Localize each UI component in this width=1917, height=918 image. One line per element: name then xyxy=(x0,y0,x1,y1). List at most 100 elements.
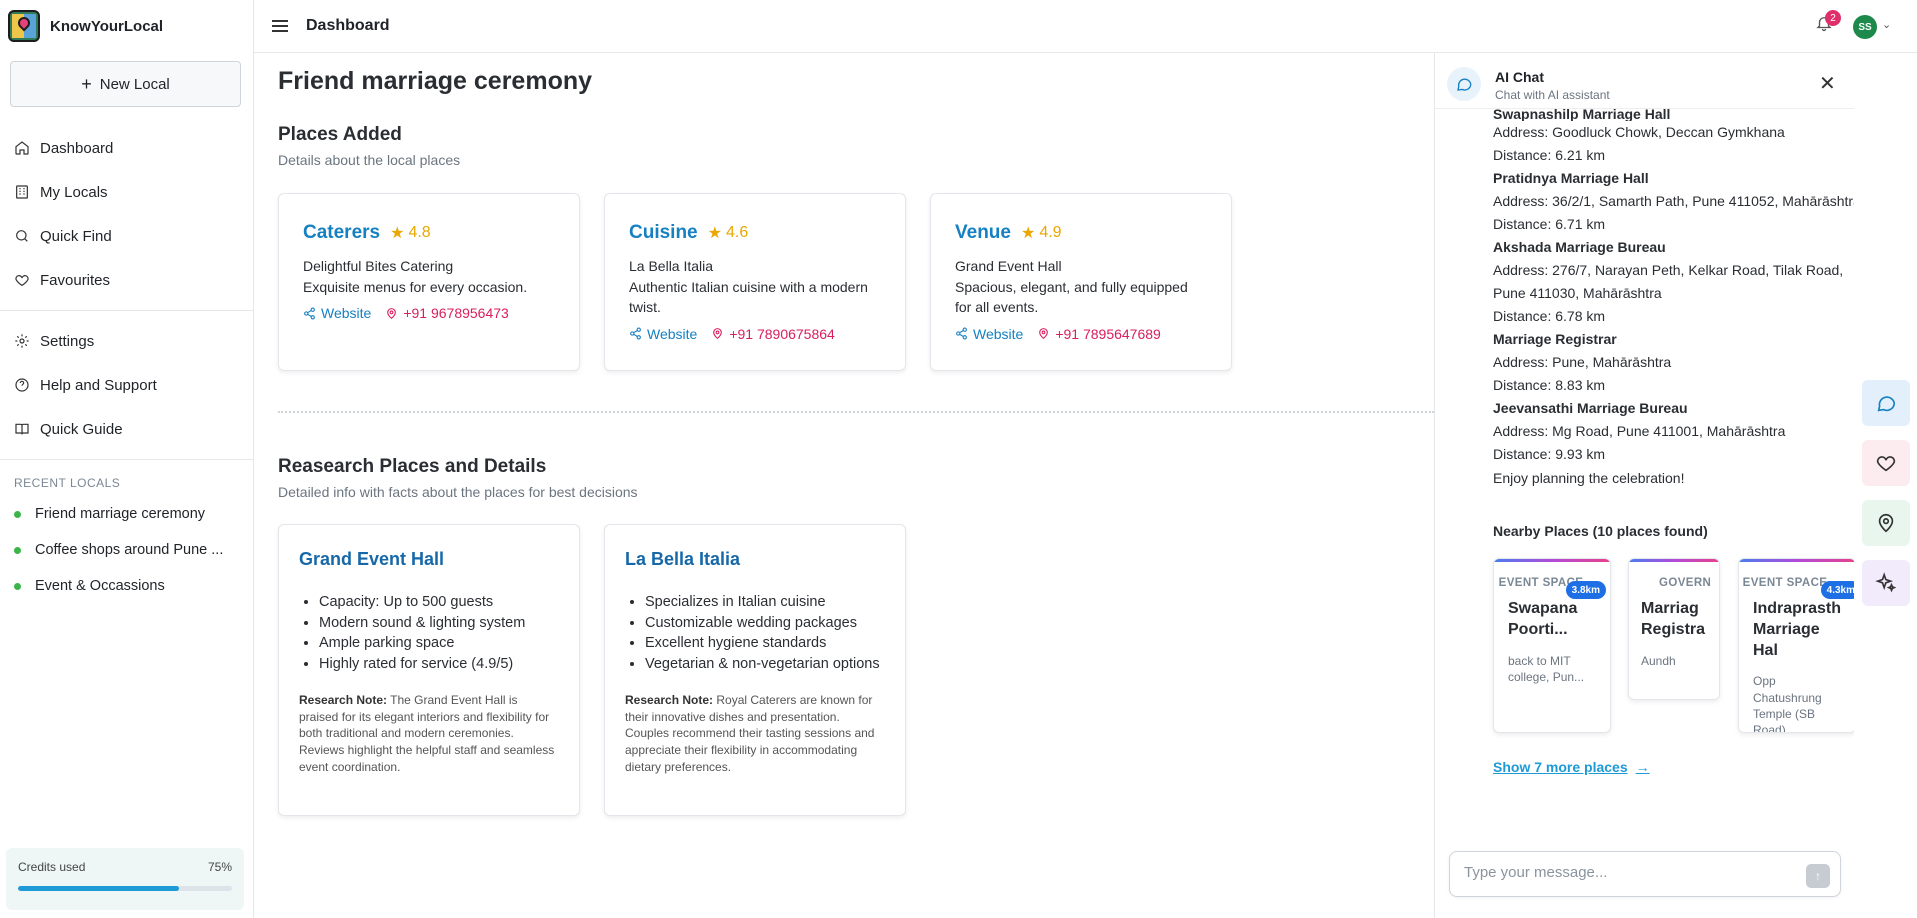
research-card-title: La Bella Italia xyxy=(625,549,741,569)
distance-badge: 3.8km xyxy=(1565,581,1606,599)
nearby-place-type: GOVERN xyxy=(1659,577,1712,589)
sidebar-item-dashboard[interactable]: Dashboard xyxy=(0,126,254,170)
chat-bubble-icon xyxy=(1877,396,1896,412)
building-icon xyxy=(16,185,28,199)
website-link[interactable]: Website xyxy=(955,326,1023,342)
phone-link[interactable]: +91 7895647689 xyxy=(1037,326,1161,342)
sidebar-item-label: My Locals xyxy=(40,183,108,201)
list-item: Vegetarian & non-vegetarian options xyxy=(645,654,885,675)
avatar[interactable]: SS xyxy=(1853,15,1877,39)
ai-sparkle-rail-button[interactable] xyxy=(1862,560,1910,606)
phone-link[interactable]: +91 7890675864 xyxy=(711,326,835,342)
research-facts-list: Capacity: Up to 500 guests Modern sound … xyxy=(299,592,559,674)
menu-icon[interactable] xyxy=(272,20,288,32)
chat-rail-button[interactable] xyxy=(1862,380,1910,426)
place-description: Spacious, elegant, and fully equipped fo… xyxy=(955,279,1188,316)
sidebar-item-label: Quick Find xyxy=(40,227,112,245)
research-note: Research Note: Royal Caterers are known … xyxy=(625,692,885,775)
nearby-place-name: Swapana Poorti... xyxy=(1508,599,1578,638)
sidebar-divider xyxy=(0,459,254,460)
show-more-label: Show 7 more places xyxy=(1493,759,1628,775)
chat-place-name: Akshada Marriage Bureau xyxy=(1493,239,1666,255)
section-divider xyxy=(278,411,1434,413)
credits-progress-bar xyxy=(18,886,232,891)
nearby-place-card[interactable]: GOVERN Marriag Registra Aundh xyxy=(1628,558,1720,700)
chat-input-box: ↑ xyxy=(1449,851,1841,897)
recent-local-label: Event & Occassions xyxy=(35,578,165,594)
recent-local-label: Coffee shops around Pune ... xyxy=(35,542,224,558)
place-name: La Bella Italia xyxy=(629,258,714,274)
nearby-place-card[interactable]: EVENT SPACE 4.3km Indraprasth Marriage H… xyxy=(1738,558,1854,733)
research-subtitle: Detailed info with facts about the place… xyxy=(278,484,638,500)
chat-place-address: Address: 36/2/1, Samarth Path, Pune 4110… xyxy=(1493,193,1854,209)
sidebar-item-help[interactable]: Help and Support xyxy=(0,363,254,407)
phone-link[interactable]: +91 9678956473 xyxy=(385,305,509,321)
nearby-place-card[interactable]: EVENT SPACE 3.8km Swapana Poorti... back… xyxy=(1493,558,1611,733)
website-link[interactable]: Website xyxy=(303,305,371,321)
sidebar-item-label: Dashboard xyxy=(40,139,114,157)
topbar: Dashboard 2 SS ⌄ xyxy=(254,0,1917,53)
chat-place-address: Address: Pune, Mahārāshtra xyxy=(1493,354,1672,370)
recent-local-item[interactable]: Coffee shops around Pune ... xyxy=(0,532,254,568)
place-card-venue[interactable]: Venue ★ 4.9 Grand Event Hall Spacious, el… xyxy=(930,193,1232,371)
research-note-label: Research Note: xyxy=(625,693,714,708)
home-icon xyxy=(15,141,29,155)
arrow-right-icon: → xyxy=(1635,759,1650,775)
brand[interactable]: KnowYourLocal xyxy=(0,0,253,52)
research-note: Research Note: The Grand Event Hall is p… xyxy=(299,692,559,775)
gear-icon xyxy=(15,334,29,348)
sidebar-item-quick-find[interactable]: Quick Find xyxy=(0,214,254,258)
recent-locals-heading: RECENT LOCALS xyxy=(14,476,121,490)
star-icon: ★ xyxy=(707,225,722,242)
arrow-up-icon: ↑ xyxy=(1815,869,1821,883)
list-item: Modern sound & lighting system xyxy=(319,613,559,634)
rating-value: 4.8 xyxy=(408,224,431,241)
show-more-places-link[interactable]: Show 7 more places → xyxy=(1493,759,1650,775)
website-link[interactable]: Website xyxy=(629,326,697,342)
credits-panel: Credits used 75% xyxy=(6,848,244,910)
rating: ★ 4.6 xyxy=(708,223,749,243)
share-icon xyxy=(956,327,967,340)
chat-place-address: Pune 411030, Mahārāshtra xyxy=(1493,285,1662,301)
recent-local-item[interactable]: Friend marriage ceremony xyxy=(0,496,254,532)
sidebar-item-settings[interactable]: Settings xyxy=(0,319,254,363)
status-dot-icon xyxy=(14,546,21,554)
sparkles-icon xyxy=(1875,572,1897,593)
sidebar-item-label: Quick Guide xyxy=(40,420,123,438)
nearby-place-address: Aundh xyxy=(1641,653,1676,668)
close-icon[interactable]: ✕ xyxy=(1819,71,1836,96)
chat-message-input[interactable] xyxy=(1464,864,1794,881)
app-root: KnowYourLocal + New Local Dashboard My L… xyxy=(0,0,1917,918)
chat-place-name: Marriage Registrar xyxy=(1493,331,1617,347)
share-icon xyxy=(304,307,315,320)
chat-place-distance: Distance: 9.93 km xyxy=(1493,446,1606,462)
sidebar: KnowYourLocal + New Local Dashboard My L… xyxy=(0,0,254,918)
sidebar-item-label: Favourites xyxy=(40,271,111,289)
map-pin-icon xyxy=(1878,513,1894,533)
favourites-rail-button[interactable] xyxy=(1862,440,1910,486)
rating: ★ 4.9 xyxy=(1021,223,1062,243)
chevron-down-icon[interactable]: ⌄ xyxy=(1882,18,1891,31)
research-card-grand-event-hall[interactable]: Grand Event Hall Capacity: Up to 500 gue… xyxy=(278,524,580,816)
star-icon: ★ xyxy=(1020,225,1036,242)
sidebar-item-favourites[interactable]: Favourites xyxy=(0,258,254,302)
heart-icon xyxy=(15,275,29,287)
place-name: Delightful Bites Catering xyxy=(303,258,454,274)
list-item: Capacity: Up to 500 guests xyxy=(319,592,559,613)
status-dot-icon xyxy=(14,582,21,590)
place-card-caterers[interactable]: Caterers ★ 4.8 Delightful Bites Catering … xyxy=(278,193,580,371)
places-added-subtitle: Details about the local places xyxy=(278,152,461,168)
send-button[interactable]: ↑ xyxy=(1806,864,1830,888)
recent-local-item[interactable]: Event & Occassions xyxy=(0,568,254,604)
location-rail-button[interactable] xyxy=(1862,500,1910,546)
new-local-button[interactable]: + New Local xyxy=(10,61,241,107)
nearby-place-name: Marriag Registra xyxy=(1641,599,1706,638)
map-pin-icon xyxy=(387,307,397,319)
place-description: Authentic Italian cuisine with a modern … xyxy=(629,279,868,316)
sidebar-item-my-locals[interactable]: My Locals xyxy=(0,170,254,214)
chat-place-address: Address: Mg Road, Pune 411001, Mahārāsht… xyxy=(1493,423,1786,439)
chat-place-distance: Distance: 6.78 km xyxy=(1493,308,1606,324)
sidebar-item-quick-guide[interactable]: Quick Guide xyxy=(0,407,254,451)
research-card-la-bella-italia[interactable]: La Bella Italia Specializes in Italian c… xyxy=(604,524,906,816)
place-card-cuisine[interactable]: Cuisine ★ 4.6 La Bella Italia Authentic I… xyxy=(604,193,906,371)
